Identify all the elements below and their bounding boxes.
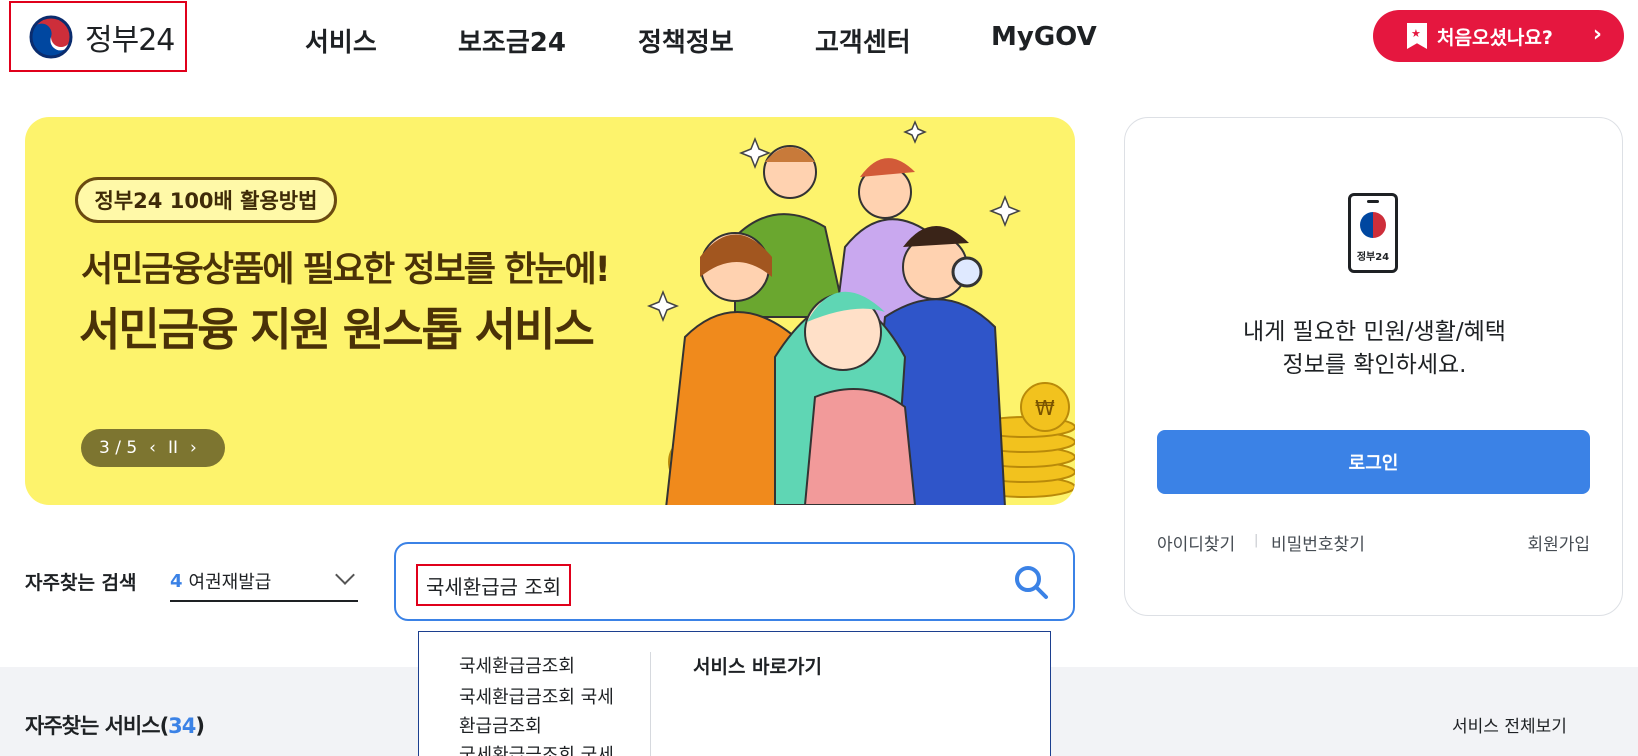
- gov24-logo[interactable]: 정부24: [9, 1, 187, 72]
- login-card: 정부24 내게 필요한 민원/생활/혜택 정보를 확인하세요. 로그인 아이디찾…: [1124, 117, 1623, 616]
- people-illustration: ₩ ₩: [646, 120, 1075, 505]
- login-message-line2: 정보를 확인하세요.: [1282, 352, 1467, 378]
- suggestion-item[interactable]: 국세환급금조회: [459, 652, 575, 681]
- phone-label: 정부24: [1356, 252, 1390, 263]
- header: 정부24 서비스 보조금24 정책정보 고객센터 MyGOV 처음오셨나요? ›: [0, 0, 1638, 82]
- frequent-search-rank: 4: [170, 570, 183, 592]
- login-message-line1: 내게 필요한 민원/생활/혜택: [1243, 319, 1506, 345]
- view-all-services-link[interactable]: 서비스 전체보기: [1452, 712, 1567, 737]
- search-input[interactable]: 국세환급금 조회: [416, 564, 572, 606]
- link-separator: |: [1254, 533, 1259, 548]
- nav-service[interactable]: 서비스: [305, 22, 377, 59]
- banner-tag: 정부24 100배 활용방법: [75, 177, 337, 223]
- banner-prev-icon[interactable]: ‹: [149, 438, 156, 458]
- mobile-phone-icon: 정부24: [1348, 193, 1398, 273]
- service-shortcut-heading: 서비스 바로가기: [693, 656, 822, 678]
- logo-text: 정부24: [85, 22, 175, 58]
- suggestion-item[interactable]: 환급금조회: [459, 712, 542, 741]
- nav-mygov[interactable]: MyGOV: [991, 22, 1097, 52]
- nav-customer-center[interactable]: 고객센터: [815, 22, 911, 59]
- nav-policy-info[interactable]: 정책정보: [638, 22, 734, 59]
- find-id-link[interactable]: 아이디찾기: [1157, 530, 1235, 555]
- search-box[interactable]: 국세환급금 조회: [394, 542, 1075, 621]
- search-icon[interactable]: [1013, 564, 1049, 600]
- first-visit-label: 처음오셨나요?: [1437, 26, 1553, 49]
- banner-next-icon[interactable]: ›: [190, 438, 197, 458]
- banner-subtitle: 서민금융상품에 필요한 정보를 한눈에!: [81, 250, 611, 290]
- chevron-down-icon: [335, 565, 355, 585]
- nav-subsidy24[interactable]: 보조금24: [458, 22, 566, 59]
- banner-pause-icon[interactable]: II: [168, 438, 178, 458]
- frequent-services-title: 자주찾는 서비스(34): [25, 714, 205, 738]
- find-password-link[interactable]: 비밀번호찾기: [1271, 530, 1365, 555]
- first-visit-button[interactable]: 처음오셨나요? ›: [1373, 10, 1624, 62]
- dropdown-divider: [650, 652, 651, 756]
- signup-link[interactable]: 회원가입: [1527, 530, 1590, 555]
- banner-title: 서민금융 지원 원스톱 서비스: [79, 303, 595, 356]
- frequent-services-count: 34: [168, 714, 196, 738]
- suggestion-item[interactable]: 국세환급금조회 국세: [459, 741, 614, 756]
- search-suggestions: 국세환급금조회 국세환급금조회 국세 환급금조회 국세환급금조회 국세 서비스 …: [418, 631, 1051, 756]
- frequent-services-label: 자주찾는 서비스: [25, 714, 161, 738]
- taegeuk-logo-icon: [27, 12, 75, 61]
- promo-banner[interactable]: 정부24 100배 활용방법 서민금융상품에 필요한 정보를 한눈에! 서민금융…: [25, 117, 1075, 505]
- frequent-search-select[interactable]: 4 여권재발급: [170, 562, 358, 602]
- frequent-search-label: 자주찾는 검색: [25, 572, 137, 594]
- login-message: 내게 필요한 민원/생활/혜택 정보를 확인하세요.: [1125, 316, 1624, 382]
- login-button[interactable]: 로그인: [1157, 430, 1590, 494]
- svg-text:₩: ₩: [1035, 396, 1055, 420]
- chevron-right-icon: ›: [1592, 22, 1602, 47]
- banner-controls: 3 / 5 ‹ II ›: [81, 429, 225, 467]
- bookmark-icon: [1407, 23, 1427, 49]
- suggestion-item[interactable]: 국세환급금조회 국세: [459, 683, 614, 712]
- frequent-search-term: 여권재발급: [188, 572, 272, 593]
- banner-page-indicator: 3 / 5: [99, 438, 138, 458]
